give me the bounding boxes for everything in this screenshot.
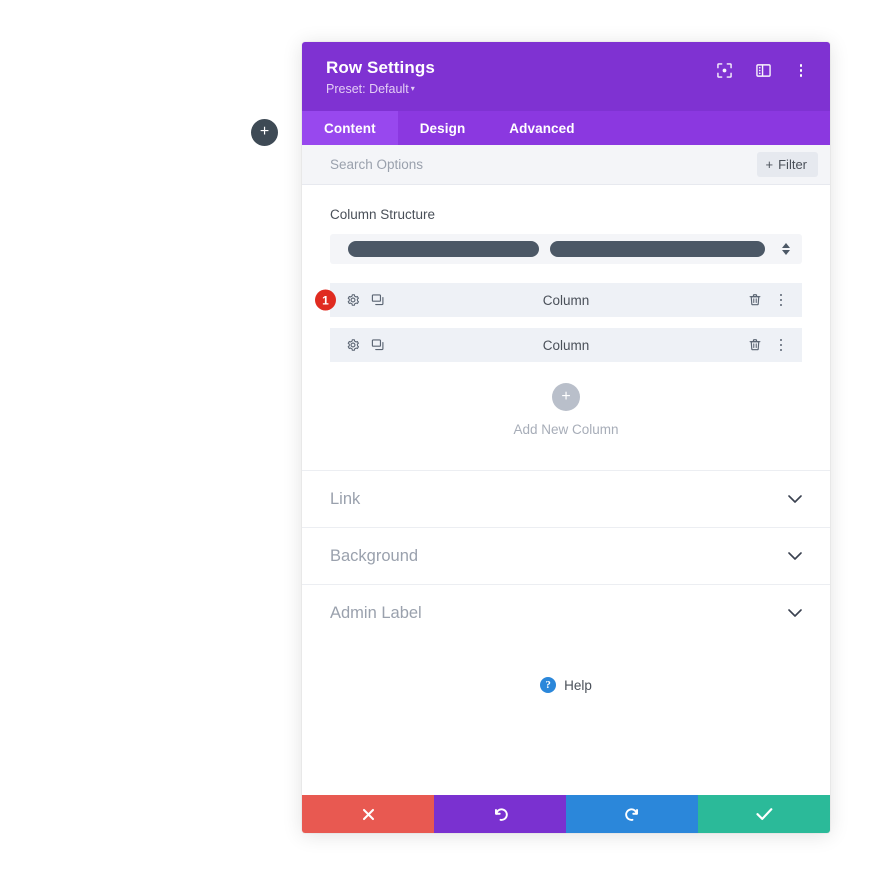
- modal-header: Row Settings Preset: Default ▾: [302, 42, 830, 112]
- column-row-actions-left: [346, 338, 385, 352]
- structure-column-bar: [549, 241, 765, 258]
- undo-icon: [492, 806, 509, 823]
- dot: [779, 338, 783, 342]
- modal-body: Column Structure 1 Column Column + Add N…: [302, 185, 830, 795]
- modal-header-titles: Row Settings Preset: Default ▾: [326, 57, 435, 98]
- gear-icon[interactable]: [346, 338, 360, 352]
- dot: [779, 298, 783, 302]
- column-row[interactable]: 1 Column: [315, 283, 802, 318]
- chevron-down-icon: [788, 551, 802, 561]
- tab-advanced[interactable]: Advanced: [487, 111, 596, 145]
- dot: [799, 69, 803, 72]
- add-section-button[interactable]: +: [251, 119, 278, 146]
- help-label: Help: [564, 677, 592, 693]
- trash-icon[interactable]: [748, 338, 762, 352]
- structure-column-bar: [348, 241, 539, 258]
- caret-down-icon: [781, 250, 790, 256]
- caret-up-icon: [781, 243, 790, 249]
- undo-button[interactable]: [434, 795, 566, 833]
- duplicate-icon[interactable]: [371, 293, 385, 307]
- column-row-actions-right: [748, 338, 788, 352]
- plus-icon: +: [561, 387, 571, 405]
- preset-label: Preset: Default: [326, 82, 409, 96]
- check-icon: [755, 807, 773, 821]
- column-structure-label: Column Structure: [330, 207, 436, 223]
- cancel-button[interactable]: [302, 795, 434, 833]
- dot: [779, 343, 783, 347]
- help-icon: ?: [540, 677, 557, 694]
- column-list: 1 Column Column + Add New Column: [302, 283, 830, 470]
- plus-icon: +: [259, 123, 270, 140]
- column-row-actions-left: [346, 293, 385, 307]
- focus-mode-icon[interactable]: [716, 62, 733, 79]
- row-settings-modal: Row Settings Preset: Default ▾ Content D…: [302, 42, 830, 833]
- more-options-icon[interactable]: [794, 64, 808, 77]
- accordion-background[interactable]: Background: [302, 527, 830, 584]
- save-button[interactable]: [698, 795, 830, 833]
- gear-icon[interactable]: [346, 293, 360, 307]
- redo-button[interactable]: [566, 795, 698, 833]
- column-row[interactable]: Column: [330, 328, 802, 363]
- dot: [779, 348, 783, 352]
- plus-circle-icon: +: [552, 383, 580, 412]
- column-row-title: Column: [542, 337, 590, 353]
- dot: [799, 64, 803, 67]
- close-icon: [361, 807, 376, 822]
- column-structure-section: Column Structure: [302, 185, 830, 265]
- help-link[interactable]: ? Help: [302, 641, 830, 694]
- dot: [779, 293, 783, 297]
- structure-stepper-icon[interactable]: [776, 243, 796, 256]
- accordion-label: Link: [330, 489, 361, 508]
- dot: [799, 74, 803, 77]
- kebab-menu-icon[interactable]: [774, 293, 788, 307]
- search-bar: + Filter: [302, 145, 830, 186]
- search-input[interactable]: [330, 157, 757, 173]
- plus-icon: +: [765, 157, 774, 173]
- redo-icon: [624, 806, 641, 823]
- preset-selector[interactable]: Preset: Default ▾: [326, 81, 435, 98]
- add-new-column-label: Add New Column: [513, 422, 619, 438]
- chevron-down-icon: ▾: [410, 84, 415, 94]
- duplicate-icon[interactable]: [371, 338, 385, 352]
- trash-icon[interactable]: [748, 293, 762, 307]
- accordion-link[interactable]: Link: [302, 470, 830, 527]
- filter-button[interactable]: + Filter: [756, 152, 818, 178]
- column-structure-select[interactable]: [330, 234, 802, 265]
- modal-footer: [302, 795, 830, 833]
- chevron-down-icon: [788, 494, 802, 504]
- tab-design[interactable]: Design: [398, 111, 488, 145]
- page-title: Row Settings: [326, 58, 435, 77]
- chevron-down-icon: [788, 608, 802, 618]
- accordion-label: Admin Label: [330, 603, 422, 622]
- kebab-menu-icon[interactable]: [774, 338, 788, 352]
- accordion-admin-label[interactable]: Admin Label: [302, 584, 830, 641]
- column-row-title: Column: [542, 292, 590, 308]
- status-badge: 1: [315, 289, 336, 311]
- dot: [779, 303, 783, 307]
- modal-tab-bar: Content Design Advanced: [302, 111, 830, 146]
- modal-header-actions: [716, 62, 808, 79]
- column-row-actions-right: [748, 293, 788, 307]
- filter-button-label: Filter: [778, 157, 807, 173]
- add-new-column-button[interactable]: + Add New Column: [330, 383, 802, 470]
- accordion-label: Background: [330, 546, 419, 565]
- layout-panel-icon[interactable]: [755, 62, 772, 79]
- tab-content[interactable]: Content: [302, 111, 398, 146]
